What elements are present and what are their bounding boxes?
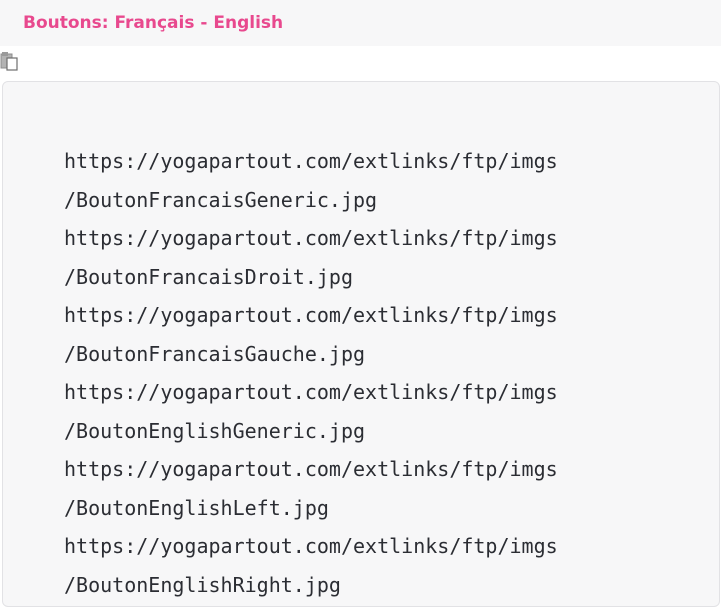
code-line: /BoutonFrancaisDroit.jpg <box>64 264 353 289</box>
code-line: https://yogapartout.com/extlinks/ftp/img… <box>64 226 558 250</box>
code-line: https://yogapartout.com/extlinks/ftp/img… <box>64 380 558 404</box>
code-line: /BoutonFrancaisGeneric.jpg <box>64 187 378 212</box>
code-line: /BoutonEnglishGeneric.jpg <box>64 418 366 443</box>
code-line: https://yogapartout.com/extlinks/ftp/img… <box>64 457 558 481</box>
section-header: Boutons: Français - English <box>0 0 721 46</box>
code-line: https://yogapartout.com/extlinks/ftp/img… <box>64 534 558 558</box>
section-title: Boutons: Français - English <box>23 13 284 33</box>
code-line: https://yogapartout.com/extlinks/ftp/img… <box>64 149 558 173</box>
code-block: https://yogapartout.com/extlinks/ftp/img… <box>2 81 720 607</box>
code-line: /BoutonEnglishRight.jpg <box>64 572 341 597</box>
code-line: https://yogapartout.com/extlinks/ftp/img… <box>64 303 558 327</box>
copy-icon[interactable] <box>0 50 20 72</box>
code-lines: https://yogapartout.com/extlinks/ftp/img… <box>64 142 558 604</box>
code-line: /BoutonEnglishLeft.jpg <box>64 495 329 520</box>
code-line: /BoutonFrancaisGauche.jpg <box>64 341 366 366</box>
